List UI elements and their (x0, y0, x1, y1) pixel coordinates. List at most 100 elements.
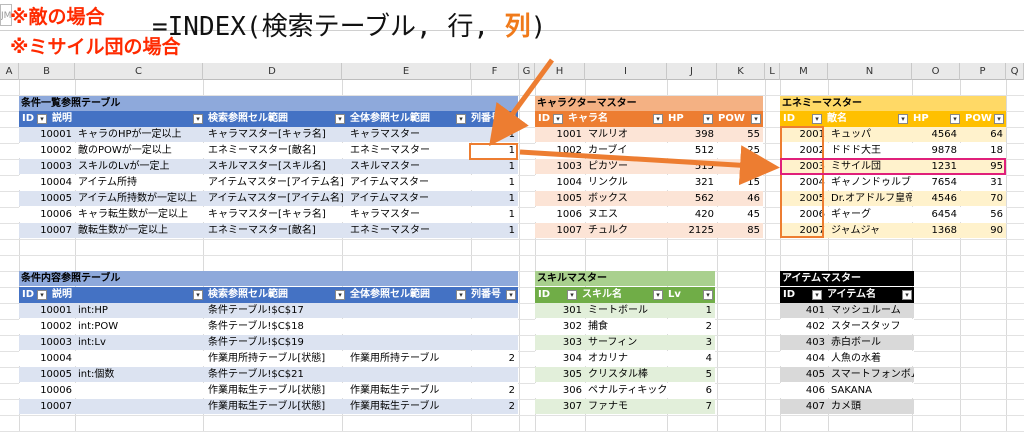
table-cell[interactable]: 1 (468, 127, 518, 142)
column-header-K[interactable]: K (717, 63, 765, 80)
column-header-B[interactable]: B (19, 63, 75, 80)
table-cell[interactable]: 敵転生数が一定以上 (75, 223, 205, 238)
column-header-I[interactable]: I (585, 63, 667, 80)
table-cell[interactable]: 307 (535, 399, 585, 414)
table-cell[interactable] (468, 303, 518, 318)
table-cell[interactable]: 捕食 (585, 319, 667, 334)
table-cell[interactable]: ミートボール (585, 303, 667, 318)
column-header-Q[interactable]: Q (1006, 63, 1024, 80)
filter-dropdown-icon[interactable]: ▾ (567, 290, 577, 300)
table-cell[interactable]: 321 (667, 175, 717, 190)
column-header-D[interactable]: D (203, 63, 342, 80)
table-cell[interactable]: 10004 (19, 351, 75, 366)
table-cell[interactable]: 1007 (535, 223, 585, 238)
filter-dropdown-icon[interactable]: ▾ (37, 114, 47, 124)
table-cell[interactable]: ピカツー (585, 159, 667, 174)
filter-dropdown-icon[interactable]: ▾ (703, 114, 713, 124)
table-cell[interactable] (75, 351, 205, 366)
table-cell[interactable]: 1001 (535, 127, 585, 142)
table-cell[interactable]: 人魚の水着 (828, 351, 914, 366)
table-cell[interactable]: エネミーマスター (347, 143, 468, 158)
table-cell[interactable]: 1 (468, 159, 518, 174)
table-cell[interactable]: 45 (717, 207, 763, 222)
table-cell[interactable]: 56 (960, 207, 1006, 222)
table-cell[interactable]: アイテムマスター (347, 175, 468, 190)
column-header-E[interactable]: E (342, 63, 471, 80)
column-header-O[interactable]: O (912, 63, 960, 80)
table-cell[interactable]: int:個数 (75, 367, 205, 382)
table-cell[interactable]: 作業用転生テーブル (347, 383, 468, 398)
filter-dropdown-icon[interactable]: ▾ (994, 114, 1004, 124)
table-cell[interactable]: int:HP (75, 303, 205, 318)
table-cell[interactable]: 作業用所持テーブル[状態] (205, 351, 347, 366)
table-cell[interactable] (468, 319, 518, 334)
table-cell[interactable] (468, 335, 518, 350)
column-header-C[interactable]: C (75, 63, 203, 80)
table-cell[interactable]: 2 (468, 399, 518, 414)
table-cell[interactable]: ギャノンドゥルブ (828, 175, 912, 190)
table-cell[interactable]: int:Lv (75, 335, 205, 350)
table-cell[interactable] (468, 367, 518, 382)
filter-dropdown-icon[interactable]: ▾ (506, 290, 516, 300)
table-cell[interactable]: ヌエス (585, 207, 667, 222)
table-cell[interactable]: 306 (535, 383, 585, 398)
table-cell[interactable]: 10003 (19, 335, 75, 350)
filter-dropdown-icon[interactable]: ▾ (703, 290, 713, 300)
filter-dropdown-icon[interactable]: ▾ (335, 114, 345, 124)
table-cell[interactable]: キャラマスター[キャラ名] (205, 207, 347, 222)
table-cell[interactable]: 1 (667, 303, 715, 318)
table-cell[interactable]: 18 (960, 143, 1006, 158)
table-cell[interactable]: 10007 (19, 223, 75, 238)
table-cell[interactable]: ドドド大王 (828, 143, 912, 158)
table-cell[interactable]: 402 (780, 319, 828, 334)
table-cell[interactable]: キャラマスター[キャラ名] (205, 127, 347, 142)
table-cell[interactable]: リンクル (585, 175, 667, 190)
table-cell[interactable]: 1005 (535, 191, 585, 206)
column-header-P[interactable]: P (960, 63, 1006, 80)
table-cell[interactable]: 1 (468, 191, 518, 206)
table-cell[interactable] (75, 399, 205, 414)
table-cell[interactable]: 55 (717, 127, 763, 142)
column-header-F[interactable]: F (471, 63, 519, 80)
table-cell[interactable]: 作業用転生テーブル (347, 399, 468, 414)
table-cell[interactable]: 4 (667, 351, 715, 366)
table-cell[interactable] (347, 335, 468, 350)
table-cell[interactable] (75, 383, 205, 398)
table-cell[interactable]: 敵のPOWが一定以上 (75, 143, 205, 158)
table-cell[interactable]: 1004 (535, 175, 585, 190)
table-cell[interactable]: 条件テーブル!$C$18 (205, 319, 347, 334)
table-cell[interactable]: 403 (780, 335, 828, 350)
table-cell[interactable]: アイテム所持数が一定以上 (75, 191, 205, 206)
table-cell[interactable]: 10001 (19, 127, 75, 142)
table-cell[interactable]: 4564 (912, 127, 960, 142)
table-cell[interactable]: クリスタル棒 (585, 367, 667, 382)
table-cell[interactable]: キャラ転生数が一定以上 (75, 207, 205, 222)
filter-dropdown-icon[interactable]: ▾ (653, 114, 663, 124)
filter-dropdown-icon[interactable]: ▾ (553, 114, 563, 124)
table-cell[interactable]: 31 (960, 175, 1006, 190)
table-cell[interactable]: スキルのLvが一定上 (75, 159, 205, 174)
filter-dropdown-icon[interactable]: ▾ (812, 290, 822, 300)
filter-dropdown-icon[interactable]: ▾ (456, 290, 466, 300)
table-cell[interactable]: 10002 (19, 319, 75, 334)
filter-dropdown-icon[interactable]: ▾ (902, 290, 912, 300)
table-cell[interactable]: 4546 (912, 191, 960, 206)
table-cell[interactable]: 305 (535, 367, 585, 382)
table-cell[interactable]: アイテムマスター (347, 191, 468, 206)
table-cell[interactable]: サーフィン (585, 335, 667, 350)
table-cell[interactable]: 2 (468, 383, 518, 398)
table-cell[interactable]: 1002 (535, 143, 585, 158)
table-cell[interactable]: 9878 (912, 143, 960, 158)
table-cell[interactable]: 7654 (912, 175, 960, 190)
table-cell[interactable]: 398 (667, 127, 717, 142)
column-header-G[interactable]: G (519, 63, 535, 80)
table-cell[interactable]: 90 (960, 223, 1006, 238)
table-cell[interactable] (347, 367, 468, 382)
table-cell[interactable]: 5 (667, 367, 715, 382)
table-cell[interactable]: 512 (667, 143, 717, 158)
table-cell[interactable]: 304 (535, 351, 585, 366)
table-cell[interactable]: SAKANA (828, 383, 914, 398)
table-cell[interactable]: 10004 (19, 175, 75, 190)
table-cell[interactable]: 条件テーブル!$C$21 (205, 367, 347, 382)
table-cell[interactable]: キュッパ (828, 127, 912, 142)
